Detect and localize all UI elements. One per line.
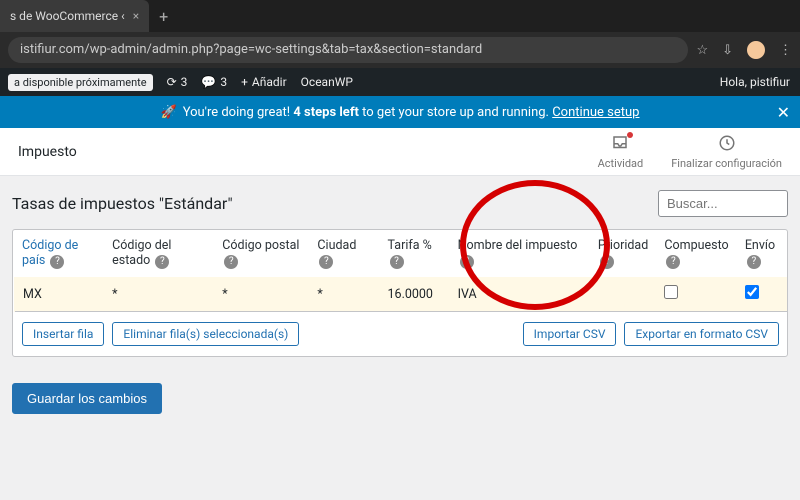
help-icon[interactable]: ?	[600, 255, 614, 269]
download-icon[interactable]: ⇩	[722, 43, 733, 58]
browser-tabs: s de WooCommerce ‹ × +	[0, 0, 800, 32]
page-title: Impuesto	[18, 144, 77, 160]
shipping-checkbox[interactable]	[745, 285, 759, 299]
cell-compound	[656, 277, 736, 312]
address-bar[interactable]: istifiur.com/wp-admin/admin.php?page=wc-…	[8, 37, 688, 63]
help-icon[interactable]: ?	[155, 255, 169, 269]
comment-icon: 💬	[201, 75, 216, 89]
compound-checkbox[interactable]	[664, 285, 678, 299]
tax-rates-table: Código de país ? Código del estado ? Cód…	[12, 229, 788, 357]
cell-rate[interactable]: 16.0000	[380, 277, 450, 312]
cell-country[interactable]: MX	[14, 277, 104, 312]
finalize-button[interactable]: Finalizar configuración	[671, 134, 782, 170]
remove-rows-button[interactable]: Eliminar fila(s) seleccionada(s)	[112, 322, 299, 346]
import-csv-button[interactable]: Importar CSV	[523, 322, 617, 346]
browser-tab-active[interactable]: s de WooCommerce ‹ ×	[0, 0, 149, 32]
col-priority: Prioridad	[598, 238, 648, 253]
activity-button[interactable]: Actividad	[598, 134, 644, 170]
content-area: Tasas de impuestos "Estándar" Código de …	[0, 176, 800, 428]
inbox-icon	[611, 134, 629, 155]
banner-tail: to get your store up and running.	[362, 105, 549, 120]
col-tax-name: Nombre del impuesto	[458, 238, 578, 253]
comments-link[interactable]: 💬3	[201, 75, 227, 89]
continue-setup-link[interactable]: Continue setup	[552, 105, 639, 120]
search-input[interactable]	[658, 190, 788, 217]
kebab-menu-icon[interactable]: ⋮	[779, 43, 792, 58]
cell-shipping	[737, 277, 787, 312]
cell-tax-name[interactable]: IVA	[450, 277, 590, 312]
setup-progress-banner: 🚀 You're doing great! 4 steps left to ge…	[0, 96, 800, 128]
close-icon[interactable]: ×	[133, 9, 139, 23]
insert-row-button[interactable]: Insertar fila	[22, 322, 104, 346]
clock-icon	[718, 134, 736, 155]
tab-title: s de WooCommerce ‹	[10, 9, 125, 23]
theme-link[interactable]: OceanWP	[301, 75, 353, 89]
page-header: Impuesto Actividad Finalizar configuraci…	[0, 128, 800, 176]
cell-postal[interactable]: *	[214, 277, 309, 312]
table-header-row: Código de país ? Código del estado ? Cód…	[14, 230, 787, 277]
export-csv-button[interactable]: Exportar en formato CSV	[624, 322, 779, 346]
coming-soon-badge: a disponible próximamente	[8, 74, 153, 91]
close-icon[interactable]: ✕	[777, 103, 790, 122]
plus-icon: +	[241, 75, 248, 89]
help-icon[interactable]: ?	[50, 255, 64, 269]
notification-dot-icon	[627, 132, 633, 138]
help-icon[interactable]: ?	[747, 255, 761, 269]
howdy-user[interactable]: Hola, pistifiur	[720, 75, 790, 89]
banner-steps-left: 4 steps left	[293, 105, 359, 120]
profile-avatar-icon[interactable]	[747, 41, 765, 59]
banner-lead: You're doing great!	[183, 105, 290, 120]
refresh-icon: ⟳	[167, 75, 177, 89]
finalize-label: Finalizar configuración	[671, 157, 782, 170]
col-compound: Compuesto	[664, 238, 728, 253]
table-row[interactable]: MX * * * 16.0000 IVA	[14, 277, 787, 312]
browser-chrome: s de WooCommerce ‹ × + istifiur.com/wp-a…	[0, 0, 800, 68]
updates-link[interactable]: ⟳3	[167, 75, 188, 89]
wp-admin-bar: a disponible próximamente ⟳3 💬3 +Añadir …	[0, 68, 800, 96]
help-icon[interactable]: ?	[460, 255, 474, 269]
url-text: istifiur.com/wp-admin/admin.php?page=wc-…	[20, 42, 482, 57]
help-icon[interactable]: ?	[390, 255, 404, 269]
star-icon[interactable]: ☆	[696, 43, 708, 58]
help-icon[interactable]: ?	[666, 255, 680, 269]
col-rate: Tarifa %	[388, 238, 432, 253]
new-tab-button[interactable]: +	[149, 7, 178, 26]
help-icon[interactable]: ?	[319, 255, 333, 269]
cell-city[interactable]: *	[309, 277, 379, 312]
help-icon[interactable]: ?	[224, 255, 238, 269]
add-new-link[interactable]: +Añadir	[241, 75, 287, 89]
address-bar-row: istifiur.com/wp-admin/admin.php?page=wc-…	[0, 32, 800, 68]
save-changes-button[interactable]: Guardar los cambios	[12, 383, 162, 414]
col-shipping: Envío	[745, 238, 775, 253]
section-heading: Tasas de impuestos "Estándar"	[12, 194, 233, 213]
col-city: Ciudad	[317, 238, 356, 253]
cell-state[interactable]: *	[104, 277, 214, 312]
activity-label: Actividad	[598, 157, 644, 170]
col-postal: Código postal	[222, 238, 299, 253]
rocket-icon: 🚀	[161, 105, 177, 120]
cell-priority[interactable]	[590, 277, 657, 312]
